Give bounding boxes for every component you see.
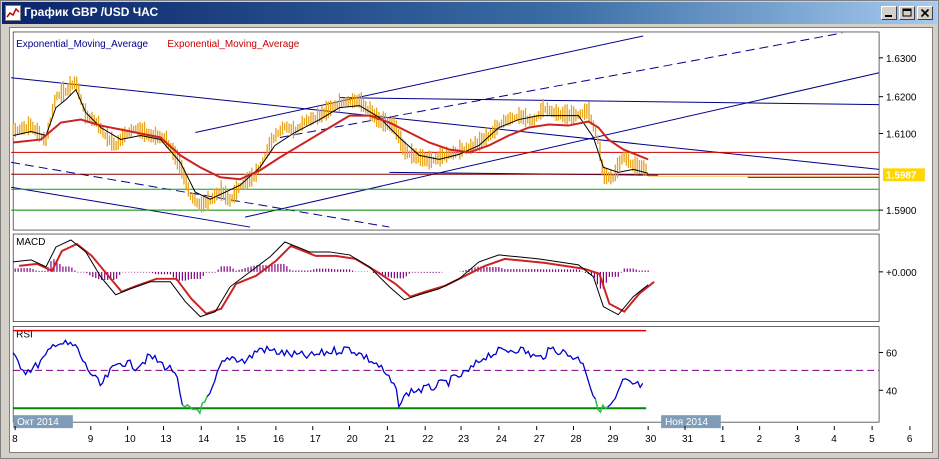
maximize-icon	[902, 8, 912, 17]
date-tick-label: 24	[496, 434, 508, 445]
date-tick-label: 14	[198, 434, 210, 445]
macd-zero-label: +0.000	[886, 268, 917, 279]
date-tick-label: 21	[384, 434, 396, 445]
close-icon	[920, 8, 930, 18]
date-tick-label: 30	[645, 434, 657, 445]
price-label-16200: 1.6200	[886, 93, 917, 104]
chart-canvas[interactable]: Exponential_Moving_Average Exponential_M…	[9, 27, 933, 453]
macd-panel[interactable]: MACD +0.000	[12, 233, 917, 322]
ema-legend-red: Exponential_Moving_Average	[167, 39, 299, 50]
title-bar[interactable]: График GBP /USD ЧАС	[2, 2, 937, 24]
date-tick-label: 20	[347, 434, 359, 445]
maximize-button[interactable]	[899, 6, 915, 20]
minimize-icon	[885, 15, 892, 17]
date-tick-label: 27	[534, 434, 546, 445]
rsi-label-40: 40	[886, 386, 898, 397]
minimize-button[interactable]	[881, 6, 897, 20]
date-tick-label: 31	[682, 434, 694, 445]
date-tick-label: 6	[907, 434, 913, 445]
ema-legend-blue: Exponential_Moving_Average	[16, 39, 148, 50]
macd-label: MACD	[16, 237, 45, 248]
rsi-panel[interactable]: RSI 60 40	[12, 326, 898, 423]
month-label-oct: Окт 2014	[17, 417, 59, 428]
main-price-panel[interactable]: Exponential_Moving_Average Exponential_M…	[11, 31, 925, 231]
date-tick-label: 22	[422, 434, 434, 445]
close-button[interactable]	[917, 6, 933, 20]
date-tick-label: 1	[720, 434, 726, 445]
month-label-nov: Ноя 2014	[665, 417, 708, 428]
date-tick-label: 8	[12, 434, 18, 445]
chart-window: График GBP /USD ЧАС Exponential_Moving_A…	[0, 0, 939, 459]
date-tick-label: 4	[831, 434, 837, 445]
date-tick-label: 3	[794, 434, 800, 445]
date-tick-label: 5	[869, 434, 875, 445]
window-title: График GBP /USD ЧАС	[24, 5, 159, 19]
price-label-15900: 1.5900	[886, 206, 917, 217]
date-tick-label: 15	[235, 434, 247, 445]
current-price-tag: 1.5987	[886, 170, 917, 181]
price-axis: 1.6300 1.6200 1.6100 1.5900	[879, 54, 917, 217]
price-label-16100: 1.6100	[886, 129, 917, 140]
date-tick-label: 10	[125, 434, 137, 445]
date-tick-label: 17	[310, 434, 322, 445]
price-label-16300: 1.6300	[886, 54, 917, 65]
date-tick-label: 23	[458, 434, 470, 445]
date-axis: 8 9 10 13 14 15 16 17 20 21 22 23 24 27 28 29 30 31 1 2 3 4 5 6	[12, 426, 913, 445]
date-tick-label: 2	[757, 434, 763, 445]
date-tick-label: 9	[88, 434, 94, 445]
date-tick-label: 13	[160, 434, 172, 445]
chart-app-icon	[5, 5, 21, 21]
date-tick-label: 28	[571, 434, 583, 445]
date-tick-label: 29	[607, 434, 619, 445]
rsi-label-60: 60	[886, 348, 898, 359]
date-tick-label: 16	[273, 434, 285, 445]
